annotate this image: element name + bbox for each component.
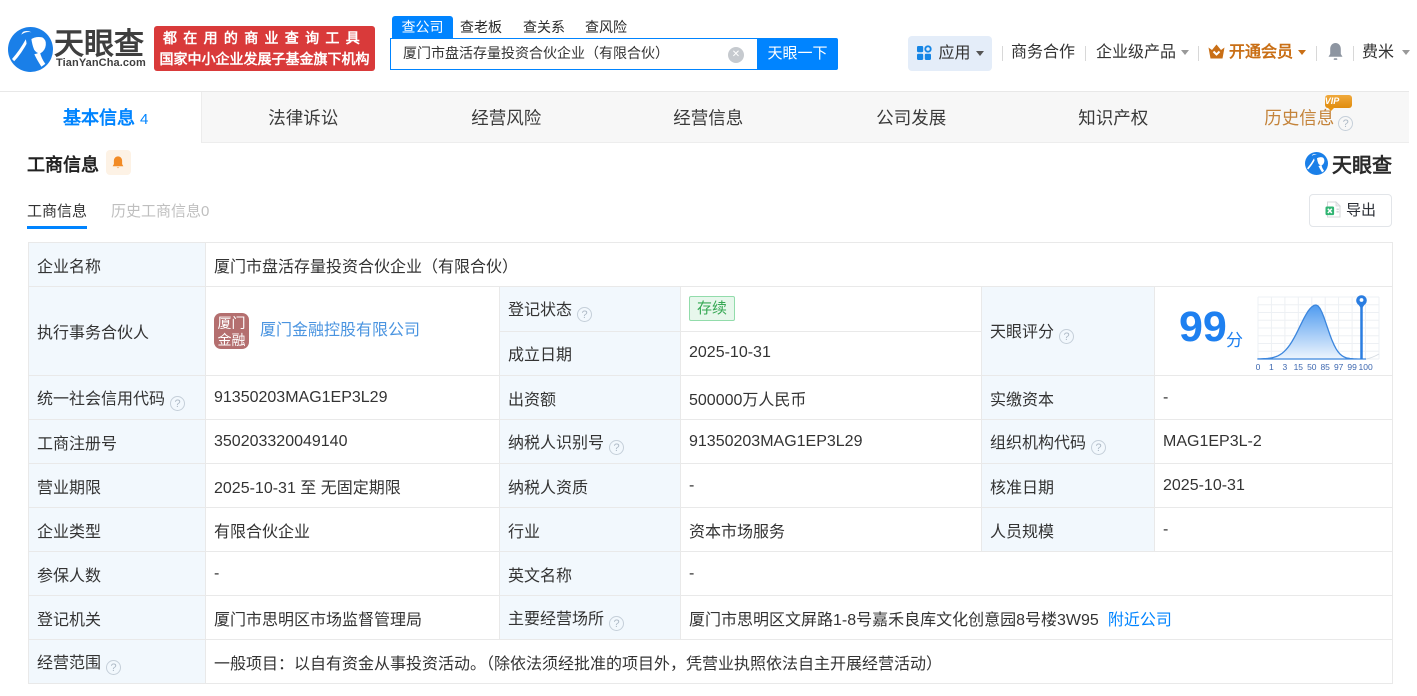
svg-text:97: 97: [1334, 362, 1344, 372]
svg-text:15: 15: [1294, 362, 1304, 372]
svg-text:85: 85: [1320, 362, 1330, 372]
svg-text:3: 3: [1283, 362, 1288, 372]
svg-text:50: 50: [1307, 362, 1317, 372]
svg-text:0: 0: [1256, 362, 1261, 372]
svg-text:100: 100: [1359, 362, 1373, 372]
svg-text:99: 99: [1347, 362, 1357, 372]
svg-text:1: 1: [1269, 362, 1274, 372]
